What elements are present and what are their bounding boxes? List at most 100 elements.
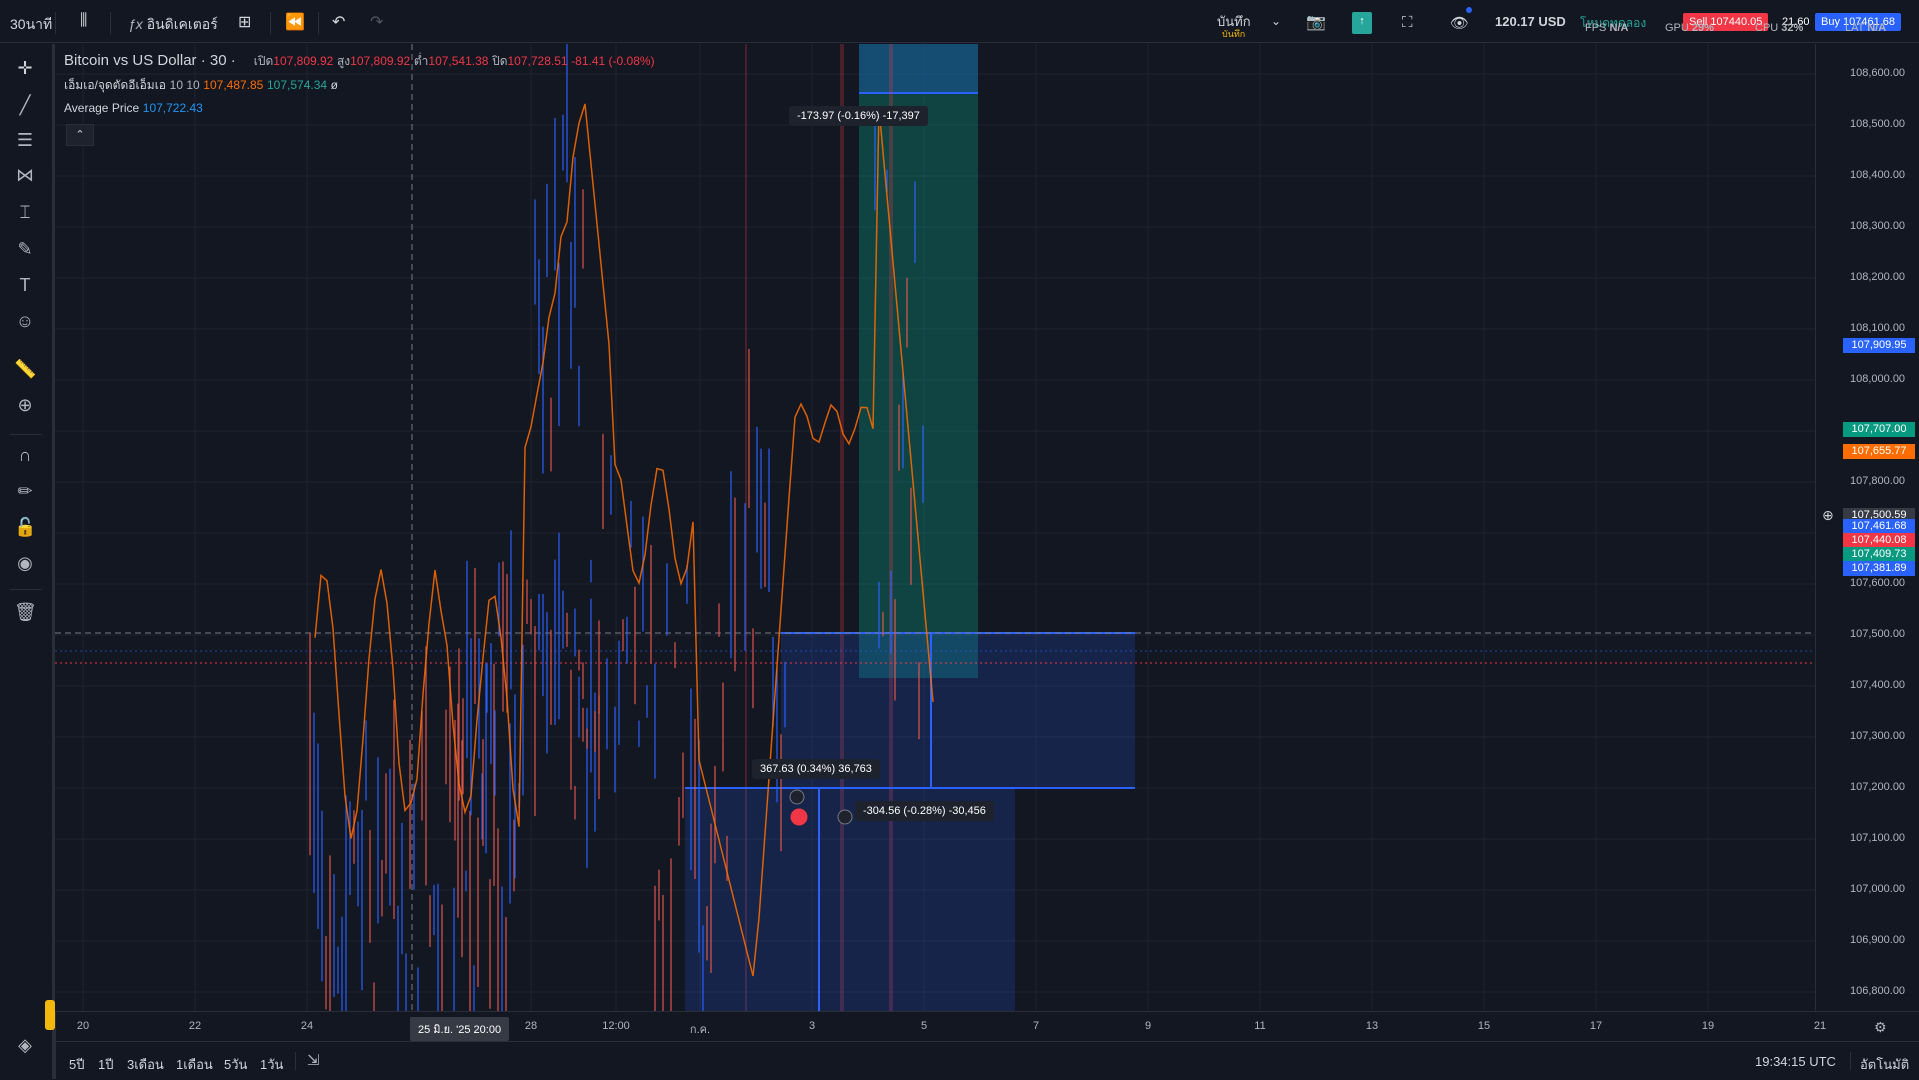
candles-type-icon[interactable]: ⫼ [80,12,87,30]
price-axis[interactable]: 108,600.00 108,500.00 108,400.00 108,300.00… [1815,44,1919,1011]
fps-label: FPS [1585,22,1607,34]
ma-value-slow: 107,574.34 [266,78,328,92]
measure-label-top[interactable]: -173.97 (-0.16%) -17,397 [789,106,928,126]
interval-button[interactable]: 30นาที [10,14,52,36]
time-axis[interactable]: 25 มิ.ย. '25 20:00 ⚙ 20 22 24 28 12:00 ก.ค. 3 5… [55,1011,1919,1042]
event-marker [790,808,808,826]
gpu-value: 29% [1691,22,1714,34]
time-tick-label: 20 [76,1020,90,1032]
auto-scale-button[interactable]: อัตโนมัติ [1860,1054,1909,1075]
price-tick-label: 107,500.00 [1850,628,1906,640]
eye-icon[interactable]: 👁 [1450,14,1469,32]
divider [1850,1052,1851,1070]
lock-drawing-icon[interactable]: ✏ [14,480,36,502]
fullscreen-icon[interactable]: ⛶ [1402,14,1413,31]
camera-icon[interactable]: 📷 [1306,12,1326,32]
fib-retracement-icon[interactable]: ☰ [14,129,36,151]
time-tick-label: 22 [188,1020,202,1032]
fx-icon: ƒx [128,16,143,32]
price-tick-label: 108,600.00 [1850,67,1906,79]
close-value: 107,728.51 [507,54,568,68]
indicators-button[interactable]: ƒx อินดิเคเตอร์ [128,14,218,36]
forecast-icon[interactable]: ⌶ [14,201,36,223]
settings-gear-icon[interactable]: ⚙ [1874,1019,1887,1036]
time-tick-label: 19 [1701,1020,1715,1032]
fps-stat: FPS N/A [1585,22,1628,34]
cpu-value: 32% [1781,22,1804,34]
gpu-label: GPU [1665,22,1689,34]
ruler-icon[interactable]: 📏 [14,358,36,380]
profit-zone [859,44,978,678]
drawing-toolbar: ✛ ╱ ☰ ⋈ ⌶ ✎ T ☺ 📏 ⊕ ∩ ✏ 🔓 ◉ 🗑 ◈ [0,44,56,1079]
redo-icon[interactable]: ↷ [370,12,383,32]
emoji-icon[interactable]: ☺ [14,310,36,332]
trendline-icon[interactable]: ╱ [14,94,36,116]
price-tick-label: 108,200.00 [1850,271,1906,283]
ma-label[interactable]: เอ็มเอ/จุดตัดอีเอ็มเอ [64,78,166,92]
measure-label-low[interactable]: -304.56 (-0.28%) -30,456 [855,801,994,821]
zoom-icon[interactable]: ⊕ [14,394,36,416]
price-tick-label: 107,200.00 [1850,781,1906,793]
low-value: 107,541.38 [428,54,489,68]
loss-zone [859,44,978,94]
cpu-stat: CPU 32% [1755,22,1803,34]
range-1y[interactable]: 1ปี [98,1054,113,1075]
price-label: 107,909.95 [1843,338,1915,353]
ma-params: 10 10 [169,78,200,92]
measure-label-mid[interactable]: 367.63 (0.34%) 36,763 [752,759,880,779]
text-icon[interactable]: T [14,274,36,296]
gpu-stat: GPU 29% [1665,22,1714,34]
time-tick-label: 21 [1813,1020,1827,1032]
lat-label: LAT [1845,22,1865,34]
price-tick-label: 107,100.00 [1850,832,1906,844]
price-chart[interactable] [55,44,1815,1011]
legend-ma-row: เอ็มเอ/จุดตัดอีเอ็มเอ 10 10 107,487.85 1… [64,76,655,100]
avg-price-label[interactable]: Average Price [64,101,139,115]
price-tick-label: 107,800.00 [1850,475,1906,487]
undo-icon[interactable]: ↶ [332,12,345,32]
layouts-icon[interactable]: ⊞ [238,12,251,32]
divider [318,12,319,34]
price-label: 107,381.89 [1843,561,1915,576]
sidebar-toggle[interactable] [45,1000,55,1030]
range-1d[interactable]: 1วัน [260,1054,283,1075]
divider [10,589,42,590]
event-marker [789,789,805,805]
symbol-title[interactable]: Bitcoin vs US Dollar · 30 · [64,52,236,69]
publish-icon[interactable]: ↑ [1352,12,1372,34]
layers-icon[interactable]: ◈ [14,1034,36,1056]
range-3m[interactable]: 3เดือน [127,1054,164,1075]
divider [55,12,56,34]
replay-icon[interactable]: ⏪ [285,12,305,32]
range-5d[interactable]: 5วัน [224,1054,247,1075]
range-5y[interactable]: 5ปี [69,1054,84,1075]
chart-pane[interactable] [55,44,1815,1011]
price-tick-label: 107,600.00 [1850,577,1906,589]
lat-value: N/A [1867,22,1887,34]
goto-date-icon[interactable]: ⇲ [307,1051,320,1069]
cpu-label: CPU [1755,22,1779,34]
clock[interactable]: 19:34:15 UTC [1755,1054,1836,1069]
time-tick-label: 15 [1477,1020,1491,1032]
indicators-label: อินดิเคเตอร์ [146,16,218,32]
lock-icon[interactable]: 🔓 [14,516,36,538]
add-alert-icon[interactable]: ⊕ [1822,507,1834,524]
crosshair-icon[interactable]: ✛ [14,57,36,79]
magnet-icon[interactable]: ∩ [14,444,36,466]
chart-legend: Bitcoin vs US Dollar · 30 · เปิด107,809.… [64,52,655,124]
notification-dot [1466,7,1472,13]
time-tick-label: 5 [920,1020,928,1032]
trash-icon[interactable]: 🗑 [14,601,37,623]
price-tick-label: 107,300.00 [1850,730,1906,742]
legend-collapse-button[interactable]: ⌃ [66,124,94,146]
chevron-down-icon[interactable]: ⌄ [1271,14,1281,28]
bottom-toolbar: 5ปี 1ปี 3เดือน 1เดือน 5วัน 1วัน ⇲ 19:34:… [55,1041,1919,1080]
brush-icon[interactable]: ✎ [14,238,36,260]
save-sublabel: บันทึก [1222,29,1246,39]
hide-icon[interactable]: ◉ [14,552,36,574]
avg-price-value: 107,722.43 [142,101,203,115]
range-1m[interactable]: 1เดือน [176,1054,213,1075]
price-tick-label: 106,800.00 [1850,985,1906,997]
pattern-icon[interactable]: ⋈ [14,164,36,186]
price-tick-label: 108,400.00 [1850,169,1906,181]
